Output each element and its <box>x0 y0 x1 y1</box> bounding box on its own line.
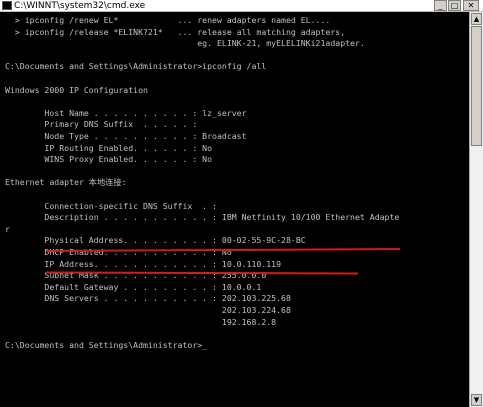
title-bar[interactable]: C:\WINNT\system32\cmd.exe _ □ ✕ <box>0 0 483 12</box>
console-line: Node Type . . . . . . . . . . : Broadcas… <box>5 131 247 141</box>
close-button[interactable]: ✕ <box>463 0 479 11</box>
console-line: C:\Documents and Settings\Administrator>… <box>5 339 208 350</box>
console-line: WINS Proxy Enabled. . . . . . : No <box>5 154 213 165</box>
console-line: Default Gateway . . . . . . . . . : 10.0… <box>5 281 262 292</box>
console-line: r <box>5 223 10 234</box>
console-line: DHCP Enabled. . . . . . . . . . . : No <box>5 247 232 257</box>
console-line: eg. ELINK-21, myELELINKi21adapter. <box>5 38 365 49</box>
console-line: Physical Address. . . . . . . . . : 00-0… <box>5 235 306 246</box>
scrollbar-thumb[interactable] <box>471 26 482 146</box>
scroll-down-arrow-icon[interactable]: ▼ <box>471 394 482 406</box>
maximize-button[interactable]: □ <box>448 0 461 11</box>
cmd-window: C:\WINNT\system32\cmd.exe _ □ ✕ C:\Docum… <box>0 0 483 407</box>
console-line: Connection-specific DNS Suffix . : <box>5 200 217 211</box>
console-line: IP Address. . . . . . . . . . . . : 10.0… <box>5 258 282 269</box>
console-line: C:\Documents and Settings\Administrator>… <box>5 61 267 72</box>
minimize-button[interactable]: _ <box>434 0 447 11</box>
console-line: > ipconfig /renew EL* ... renew adapters… <box>5 15 331 25</box>
console-line: Host Name . . . . . . . . . . : lz_serve… <box>5 107 247 118</box>
window-title: C:\WINNT\system32\cmd.exe <box>14 1 146 11</box>
console-line: Description . . . . . . . . . . . : IBM … <box>5 212 400 223</box>
vertical-scrollbar[interactable]: ▲ ▼ <box>469 12 483 407</box>
console-line: IP Routing Enabled. . . . . . : No <box>5 142 213 153</box>
console-line: Primary DNS Suffix . . . . . : <box>5 119 198 130</box>
console-line: Windows 2000 IP Configuration <box>5 84 148 95</box>
console-line: 192.168.2.8 <box>5 316 277 327</box>
cmd-app-icon[interactable] <box>2 1 12 10</box>
scroll-up-arrow-icon[interactable]: ▲ <box>471 13 482 25</box>
console-line: > ipconfig /release *ELINK?21* ... relea… <box>5 26 346 37</box>
console-output[interactable]: C:\Documents and Settings\Administrator>… <box>0 12 469 407</box>
console-line: 202.103.224.68 <box>5 305 291 315</box>
console-line: DNS Servers . . . . . . . . . . . : 202.… <box>5 293 291 304</box>
console-line: Ethernet adapter 本地连接: <box>5 177 127 188</box>
